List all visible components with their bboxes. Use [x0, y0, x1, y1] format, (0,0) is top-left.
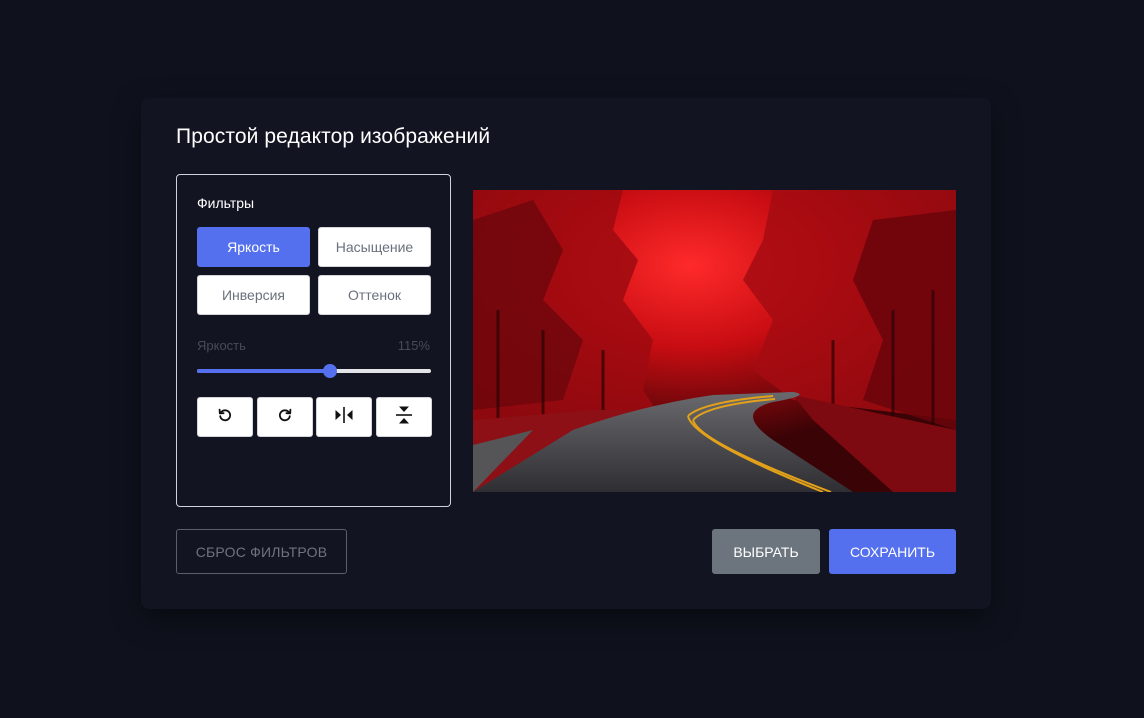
filter-inversion-button[interactable]: Инверсия	[197, 275, 310, 315]
rotate-right-button[interactable]	[257, 397, 313, 437]
slider-fill	[197, 369, 331, 373]
save-image-button[interactable]: СОХРАНИТЬ	[829, 529, 956, 574]
rotate-right-icon	[277, 407, 293, 428]
slider-thumb[interactable]	[323, 364, 338, 378]
flip-vertical-icon	[395, 405, 413, 430]
flip-vertical-button[interactable]	[376, 397, 432, 437]
filter-brightness-button[interactable]: Яркость	[197, 227, 310, 267]
flip-horizontal-button[interactable]	[316, 397, 372, 437]
page-title: Простой редактор изображений	[176, 125, 491, 148]
filters-label: Фильтры	[197, 195, 255, 211]
filters-panel: Фильтры Яркость Насыщение Инверсия Оттен…	[176, 174, 451, 507]
preview-image	[473, 190, 956, 492]
rotate-left-button[interactable]	[197, 397, 253, 437]
filter-saturation-button[interactable]: Насыщение	[318, 227, 431, 267]
rotate-left-icon	[217, 407, 233, 428]
slider-name: Яркость	[197, 338, 246, 353]
reset-filters-button[interactable]: СБРОС ФИЛЬТРОВ	[176, 529, 347, 574]
filter-slider[interactable]	[197, 364, 431, 378]
filter-grayscale-button[interactable]: Оттенок	[318, 275, 431, 315]
choose-image-button[interactable]: ВЫБРАТЬ	[712, 529, 820, 574]
editor-card: Простой редактор изображений Фильтры Ярк…	[141, 98, 991, 609]
slider-value: 115%	[397, 338, 430, 353]
flip-horizontal-icon	[334, 406, 354, 429]
image-preview	[473, 190, 956, 492]
